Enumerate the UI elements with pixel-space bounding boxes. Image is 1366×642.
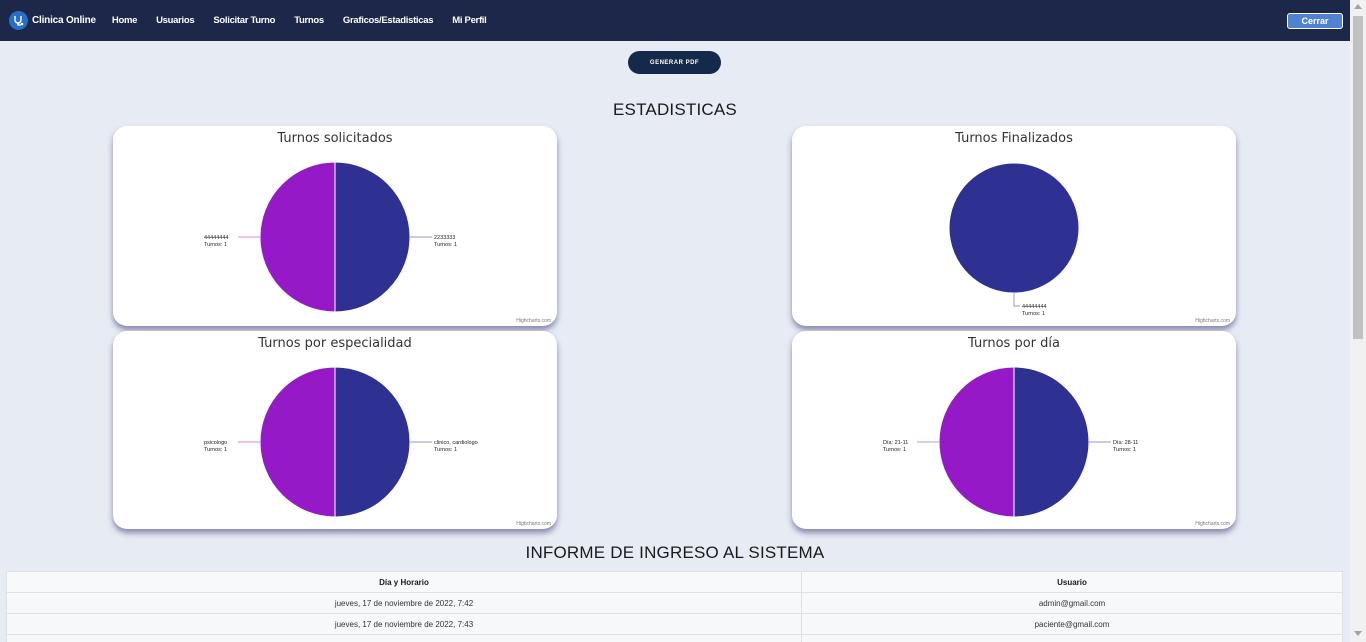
pie-slice (948, 162, 1080, 294)
slice-label-d-a-28-11: Día: 28-11 (1113, 440, 1138, 446)
slice-detail: Turnos: 1 (1113, 447, 1136, 453)
connector-line (1013, 293, 1020, 307)
cell-user: admin@gmail.com (801, 592, 1343, 614)
nav-solicitar-turno[interactable]: Solicitar Turno (213, 15, 275, 26)
top-navbar: Clinica Online Home Usuarios Solicitar T… (0, 0, 1350, 41)
chart-title: Turnos Finalizados (954, 131, 1073, 146)
pie-chart-turnos-finalizados: Turnos Finalizados 44444444Turnos: 1 Highc… (948, 131, 1230, 324)
cell-date: jueves, 17 de noviembre de 2022, 7:43 (6, 613, 802, 635)
slice-detail: Turnos: 1 (883, 447, 906, 453)
slice-detail: Turnos: 1 (434, 447, 457, 453)
slice-detail: Turnos: 1 (204, 447, 227, 453)
pie-slice (259, 161, 336, 313)
highcharts-credit: Highcharts.com (516, 521, 551, 527)
slice-label-clinico-cardiologo: clinico, cardiologo (434, 440, 478, 446)
highcharts-credit: Highcharts.com (1195, 318, 1230, 324)
stethoscope-logo-icon (9, 11, 28, 30)
pie-slice (334, 161, 411, 313)
cell-date (6, 634, 802, 642)
chart-title: Turnos por especialidad (257, 336, 412, 351)
logout-button[interactable]: Cerrar (1287, 13, 1343, 29)
pie-chart-turnos-por-especialidad: Turnos por especialidad clinico, cardiolo… (204, 336, 551, 527)
brand[interactable]: Clinica Online (9, 11, 96, 30)
slice-detail: Turnos: 1 (204, 242, 227, 248)
pie-slice (1013, 366, 1090, 518)
nav-mi-perfil[interactable]: Mi Perfil (452, 15, 487, 26)
slice-detail: Turnos: 1 (434, 242, 457, 248)
cell-date: jueves, 17 de noviembre de 2022, 7:42 (6, 592, 802, 614)
chart-card-turnos-por-especialidad: Turnos por especialidad clinico, cardiolo… (113, 331, 557, 529)
scroll-thumb[interactable] (1353, 16, 1363, 339)
scroll-up-arrow-icon[interactable] (1354, 4, 1362, 9)
highcharts-credit: Highcharts.com (1195, 521, 1230, 527)
slice-label-2233333: 2233333 (434, 235, 455, 241)
report-title: INFORME DE INGRESO AL SISTEMA (525, 543, 825, 562)
pie-slice (938, 366, 1015, 518)
scroll-down-arrow-icon[interactable] (1354, 631, 1362, 636)
slice-label-psicologo: psicologo (204, 440, 227, 446)
highcharts-credit: Highcharts.com (516, 318, 551, 324)
nav-turnos[interactable]: Turnos (294, 15, 324, 26)
generate-pdf-button[interactable]: GENERAR PDF (628, 51, 721, 74)
brand-name: Clinica Online (32, 15, 96, 26)
stats-title: ESTADISTICAS (613, 100, 737, 119)
chart-title: Turnos solicitados (276, 131, 392, 146)
table-row: jueves, 17 de noviembre de 2022, 7:43 pa… (6, 613, 1343, 635)
vertical-scrollbar[interactable] (1350, 0, 1366, 642)
column-header-date: Día y Horario (6, 571, 802, 593)
slice-label-44444444: 44444444 (204, 235, 228, 241)
chart-card-turnos-solicitados: Turnos solicitados 2233333 Turnos: 1 444444… (113, 126, 557, 326)
slice-detail: Turnos: 1 (1022, 311, 1045, 317)
pie-chart-turnos-por-dia: Turnos por díaDía: 28-11Turnos: 1Día: 21… (883, 336, 1230, 527)
chart-card-turnos-por-dia: Turnos por día Día: 28-11 Turnos: 1 Día: 21… (792, 331, 1236, 529)
cell-user: paciente@gmail.com (801, 613, 1343, 635)
pie-chart-turnos-solicitados: Turnos solicitados2233333Turnos: 1444444… (204, 131, 551, 324)
chart-card-turnos-finalizados: Turnos Finalizados 44444444 Turnos: 1 Highc… (792, 126, 1236, 326)
table-header-row: Día y Horario Usuario (6, 571, 1343, 593)
pie-slice (259, 366, 336, 518)
nav-graficos-estadisticas[interactable]: Graficos/Estadisticas (343, 15, 434, 26)
pie-slice (334, 366, 411, 518)
login-report-table: Día y Horario Usuario jueves, 17 de novi… (6, 571, 1343, 642)
cell-user (801, 634, 1343, 642)
slice-label-44444444: 44444444 (1022, 304, 1046, 310)
table-row (6, 634, 1343, 642)
nav-usuarios[interactable]: Usuarios (156, 15, 195, 26)
nav-home[interactable]: Home (112, 15, 138, 26)
column-header-user: Usuario (801, 571, 1343, 593)
chart-title: Turnos por día (967, 336, 1060, 351)
table-row: jueves, 17 de noviembre de 2022, 7:42 ad… (6, 592, 1343, 614)
slice-label-d-a-21-11: Día: 21-11 (883, 440, 908, 446)
